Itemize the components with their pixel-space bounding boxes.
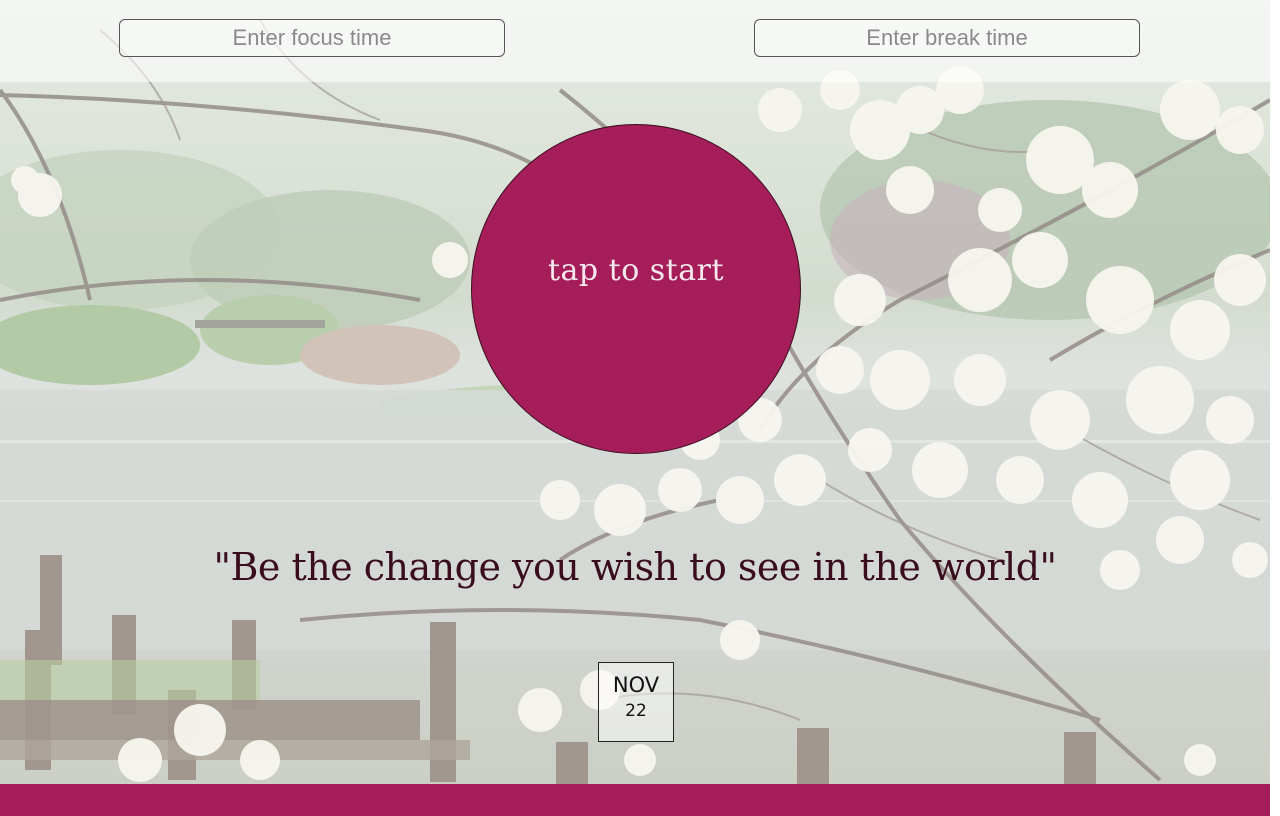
settings-bar bbox=[0, 0, 1270, 82]
footer-bar bbox=[0, 784, 1270, 816]
scrollbar-track bbox=[1270, 0, 1280, 816]
date-badge: NOV 22 bbox=[598, 662, 674, 742]
focus-time-input[interactable] bbox=[119, 19, 505, 57]
quote-text: "Be the change you wish to see in the wo… bbox=[213, 545, 1057, 589]
break-time-input[interactable] bbox=[754, 19, 1140, 57]
start-timer-label: tap to start bbox=[547, 253, 725, 288]
date-day: 22 bbox=[625, 701, 647, 721]
date-month: NOV bbox=[612, 673, 660, 697]
start-timer-button[interactable]: tap to start bbox=[471, 124, 801, 454]
